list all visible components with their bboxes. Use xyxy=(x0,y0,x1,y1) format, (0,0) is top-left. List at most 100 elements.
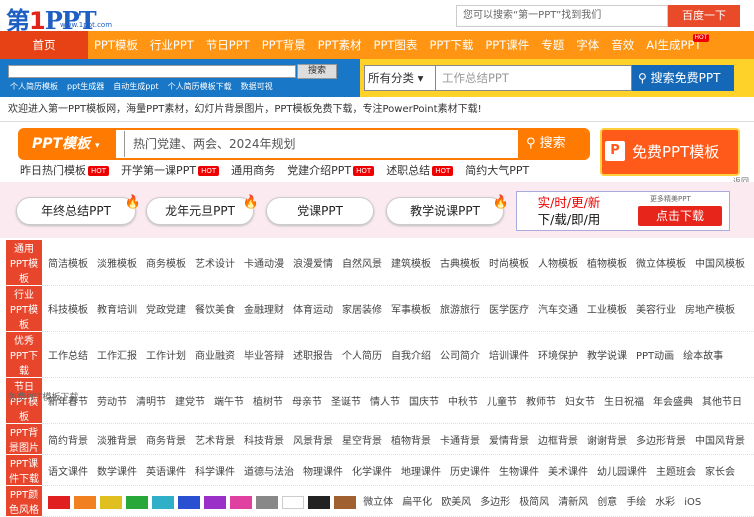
category-link[interactable]: 党政党建 xyxy=(146,305,186,316)
category-link[interactable]: PPT动画 xyxy=(636,351,674,362)
category-link[interactable]: 教育培训 xyxy=(97,305,137,316)
category-link[interactable]: 植物背景 xyxy=(391,436,431,447)
category-label[interactable]: 通用PPT模板 xyxy=(6,240,42,286)
category-link[interactable]: 个人简历 xyxy=(342,351,382,362)
category-link[interactable]: 道德与法治 xyxy=(244,467,294,478)
main-search-type[interactable]: PPT模板 ▾ xyxy=(20,130,116,158)
category-link[interactable]: 毕业答辩 xyxy=(244,351,284,362)
category-label[interactable]: PPT课件下载 xyxy=(6,454,42,486)
category-link[interactable]: 国庆节 xyxy=(409,397,439,408)
color-swatch[interactable] xyxy=(126,495,148,509)
category-select[interactable]: 所有分类 ▾ xyxy=(364,65,436,91)
category-link[interactable]: 培训课件 xyxy=(489,351,529,362)
category-link[interactable]: 情人节 xyxy=(370,397,400,408)
category-link[interactable]: 卡通动漫 xyxy=(244,259,284,270)
color-swatch[interactable] xyxy=(178,495,200,509)
nav-home[interactable]: 首页 xyxy=(0,31,88,59)
main-search-input[interactable]: 热门党建、两会、2024年规划 xyxy=(124,131,514,157)
secondary-link[interactable]: ppt生成器 xyxy=(67,81,104,92)
category-link[interactable]: iOS xyxy=(684,497,701,508)
category-link[interactable]: 房地产模板 xyxy=(685,305,735,316)
category-link[interactable]: 清明节 xyxy=(136,397,166,408)
category-link[interactable]: 科技模板 xyxy=(48,305,88,316)
category-link[interactable]: 工作总结 xyxy=(48,351,88,362)
secondary-link[interactable]: 个人简历模板 xyxy=(10,81,58,92)
nav-item-ppt-chart[interactable]: PPT图表 xyxy=(368,31,424,59)
category-link[interactable]: 淡雅背景 xyxy=(97,436,137,447)
category-link[interactable]: 母亲节 xyxy=(292,397,322,408)
category-link[interactable]: 体育运动 xyxy=(293,305,333,316)
category-link[interactable]: 植树节 xyxy=(253,397,283,408)
category-link[interactable]: 妇女节 xyxy=(565,397,595,408)
category-link[interactable]: 美容行业 xyxy=(636,305,676,316)
category-link[interactable]: 英语课件 xyxy=(146,467,186,478)
category-link[interactable]: 商务模板 xyxy=(146,259,186,270)
category-link[interactable]: 多边形 xyxy=(480,497,510,508)
category-label[interactable]: 行业PPT模板 xyxy=(6,285,42,332)
category-link[interactable]: 创意 xyxy=(597,497,617,508)
category-link[interactable]: 淡雅模板 xyxy=(97,259,137,270)
category-link[interactable]: 年会盛典 xyxy=(653,397,693,408)
category-link[interactable]: 清新风 xyxy=(558,497,588,508)
category-link[interactable]: 极简风 xyxy=(519,497,549,508)
category-link[interactable]: 商业融资 xyxy=(195,351,235,362)
category-search-input[interactable]: 工作总结PPT xyxy=(436,65,632,91)
category-label[interactable]: PPT背景图片 xyxy=(6,423,42,455)
color-swatch[interactable] xyxy=(204,495,226,509)
category-link[interactable]: 端午节 xyxy=(214,397,244,408)
nav-item-ppt-material[interactable]: PPT素材 xyxy=(312,31,368,59)
category-link[interactable]: 劳动节 xyxy=(97,397,127,408)
nav-item-ppt-download[interactable]: PPT下载 xyxy=(423,31,479,59)
category-link[interactable]: 物理课件 xyxy=(303,467,343,478)
category-link[interactable]: 中国风背景 xyxy=(695,436,745,447)
category-link[interactable]: 工作计划 xyxy=(146,351,186,362)
color-swatch[interactable] xyxy=(282,495,304,509)
category-link[interactable]: 微立体模板 xyxy=(636,259,686,270)
nav-item-fonts[interactable]: 字体 xyxy=(570,31,605,59)
category-link[interactable]: 边框背景 xyxy=(538,436,578,447)
category-link[interactable]: 浪漫爱情 xyxy=(293,259,333,270)
free-search-button[interactable]: ⚲ 搜索免费PPT xyxy=(632,65,734,91)
nav-item-ai-ppt[interactable]: AI生成PPT HOT xyxy=(640,31,710,59)
category-link[interactable]: 金融理财 xyxy=(244,305,284,316)
hot-link[interactable]: 简约大气PPT xyxy=(465,162,529,178)
category-link[interactable]: 风景背景 xyxy=(293,436,333,447)
category-link[interactable]: 中国风模板 xyxy=(695,259,745,270)
category-link[interactable]: 其他节日 xyxy=(702,397,742,408)
nav-item-ppt-background[interactable]: PPT背景 xyxy=(256,31,312,59)
category-link[interactable]: 自我介绍 xyxy=(391,351,431,362)
category-link[interactable]: 语文课件 xyxy=(48,467,88,478)
color-swatch[interactable] xyxy=(100,495,122,509)
category-link[interactable]: 卡通背景 xyxy=(440,436,480,447)
hot-link[interactable]: 开学第一课PPT HOT xyxy=(121,162,220,178)
category-link[interactable]: 谢谢背景 xyxy=(587,436,627,447)
secondary-search-button[interactable]: 搜索 xyxy=(297,64,337,79)
hot-link[interactable]: 昨日热门模板 HOT xyxy=(20,162,110,178)
color-swatch[interactable] xyxy=(152,495,174,509)
category-link[interactable]: 主题班会 xyxy=(656,467,696,478)
category-link[interactable]: 艺术设计 xyxy=(195,259,235,270)
nav-item-ppt-template[interactable]: PPT模板 xyxy=(88,31,144,59)
category-link[interactable]: 圣诞节 xyxy=(331,397,361,408)
category-link[interactable]: 工作汇报 xyxy=(97,351,137,362)
hot-link[interactable]: 通用商务 xyxy=(231,162,275,178)
category-link[interactable]: 儿童节 xyxy=(487,397,517,408)
category-link[interactable]: 家居装修 xyxy=(342,305,382,316)
category-link[interactable]: 多边形背景 xyxy=(636,436,686,447)
category-link[interactable]: 幼儿园课件 xyxy=(597,467,647,478)
category-link[interactable]: 述职报告 xyxy=(293,351,333,362)
category-link[interactable]: 化学课件 xyxy=(352,467,392,478)
category-link[interactable]: 军事模板 xyxy=(391,305,431,316)
category-link[interactable]: 时尚模板 xyxy=(489,259,529,270)
category-link[interactable]: 艺术背景 xyxy=(195,436,235,447)
category-link[interactable]: 公司简介 xyxy=(440,351,480,362)
baidu-search-button[interactable]: 百度一下 xyxy=(668,5,740,27)
secondary-link[interactable]: 自动生成ppt xyxy=(113,81,158,92)
category-link[interactable]: 生物课件 xyxy=(499,467,539,478)
category-link[interactable]: 美术课件 xyxy=(548,467,588,478)
category-link[interactable]: 历史课件 xyxy=(450,467,490,478)
category-link[interactable]: 人物模板 xyxy=(538,259,578,270)
top-search-input[interactable]: 您可以搜索“第一PPT”找到我们 xyxy=(456,5,668,27)
category-link[interactable]: 简洁模板 xyxy=(48,259,88,270)
category-link[interactable]: 旅游旅行 xyxy=(440,305,480,316)
